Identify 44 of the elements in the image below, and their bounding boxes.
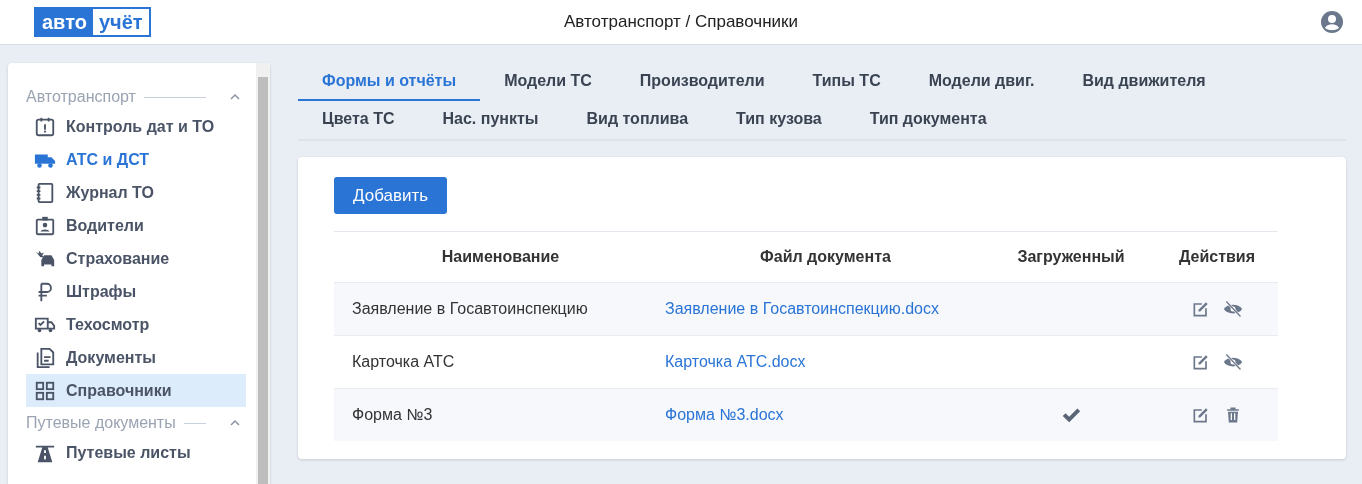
group-title: Путевые документы [26,414,176,432]
tab[interactable]: Вид топлива [562,101,713,139]
tab[interactable]: Нас. пункты [418,101,563,139]
grid-icon [34,379,56,402]
logo-text: авто [36,9,93,35]
sidebar-item[interactable]: Штрафы [26,275,246,308]
document-name: Форма №3 [352,406,433,423]
sidebar-item[interactable]: Контроль дат и ТО [26,110,246,143]
sidebar-item[interactable]: Водители [26,209,246,242]
notebook-icon [34,181,56,204]
sidebar-item[interactable]: Журнал ТО [26,176,246,209]
eye-off-icon[interactable] [1223,299,1243,319]
file-link[interactable]: Форма №3.docx [665,406,784,423]
document-name: Заявление в Госавтоинспекцию [352,300,588,317]
tab[interactable]: Тип документа [845,101,1011,139]
tab[interactable]: Модели двиг. [904,63,1059,101]
tab[interactable]: Производители [615,63,789,101]
group-title: Автотранспорт [26,88,136,106]
column-header: Действия [1178,248,1256,265]
user-icon[interactable] [1320,10,1344,34]
tab[interactable]: Формы и отчёты [298,63,481,101]
sidebar-item[interactable]: Путевые листы [26,436,246,469]
sidebar-item[interactable]: Справочники [26,374,246,407]
tab[interactable]: Вид движителя [1058,63,1230,101]
column-header: Наименование [441,248,560,265]
column-header: Файл документа [760,248,891,265]
scrollbar[interactable] [256,63,270,484]
add-button[interactable]: Добавить [334,177,448,214]
eye-off-icon[interactable] [1223,352,1243,372]
sidebar-item[interactable]: Документы [26,341,246,374]
sidebar-item[interactable]: Страхование [26,242,246,275]
page-title: Автотранспорт / Справочники [564,12,798,31]
tab[interactable]: Типы ТС [788,63,905,101]
tab[interactable]: Цвета ТС [298,101,419,139]
tab[interactable]: Тип кузова [712,101,846,139]
calendar-alert-icon [34,115,56,138]
tab[interactable]: Модели ТС [480,63,616,101]
badge-person-icon [34,214,56,237]
file-link[interactable]: Карточка АТС.docx [665,353,806,370]
document-name: Карточка АТС [352,353,455,370]
column-header: Загруженный [1017,248,1125,265]
sidebar-item[interactable]: АТС и ДСТ [26,143,246,176]
sidebar-item[interactable]: Техосмотр [26,308,246,341]
documents-icon [34,346,56,369]
